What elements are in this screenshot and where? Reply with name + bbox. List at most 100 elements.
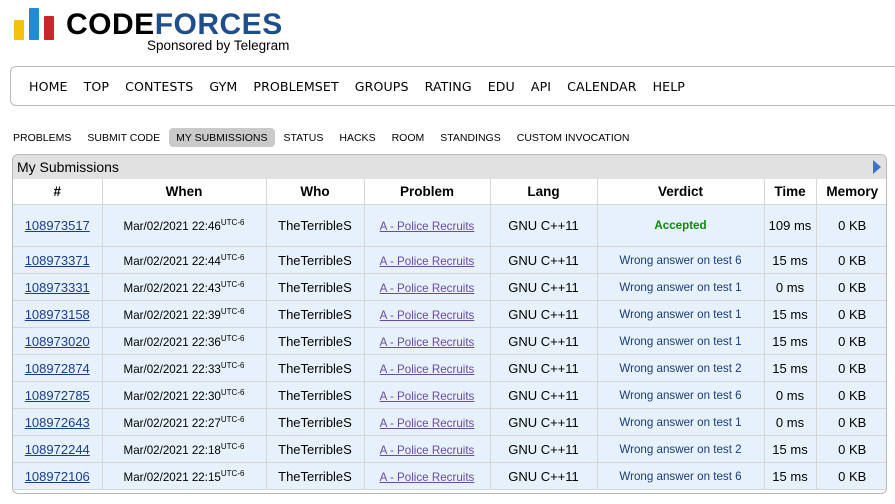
problem-cell: A - Police Recruits [363, 246, 491, 274]
column-header: When [101, 179, 267, 205]
submission-time: Mar/02/2021 22:15 [123, 470, 221, 484]
timezone-label: UTC-6 [220, 441, 245, 451]
column-header: Problem [363, 179, 491, 205]
submission-id-link[interactable]: 108973331 [25, 280, 90, 295]
lang-cell: GNU C++11 [489, 354, 598, 382]
when-cell: Mar/02/2021 22:33UTC-6 [101, 354, 267, 382]
problem-cell: A - Police Recruits [363, 300, 491, 328]
problem-link[interactable]: A - Police Recruits [380, 220, 475, 233]
time-cell: 15 ms [763, 300, 817, 328]
time-cell: 15 ms [763, 354, 817, 382]
who-cell[interactable]: TheTerribleS [265, 354, 365, 382]
column-header: Verdict [596, 179, 765, 205]
submission-id-link[interactable]: 108972643 [25, 415, 90, 430]
submission-id-cell: 108973371 [13, 246, 103, 274]
second-menu-standings[interactable]: STANDINGS [433, 128, 507, 147]
second-menu-custom-invocation[interactable]: CUSTOM INVOCATION [510, 128, 637, 147]
problem-link[interactable]: A - Police Recruits [380, 282, 475, 295]
problem-link[interactable]: A - Police Recruits [380, 363, 475, 376]
top-menu-gym[interactable]: GYM [209, 79, 237, 94]
top-menu-edu[interactable]: EDU [488, 79, 515, 94]
submission-id-link[interactable]: 108972785 [25, 388, 90, 403]
problem-link[interactable]: A - Police Recruits [380, 336, 475, 349]
top-menu-help[interactable]: HELP [653, 79, 685, 94]
verdict-cell: Wrong answer on test 2 [596, 354, 765, 382]
top-menu-groups[interactable]: GROUPS [355, 79, 409, 94]
submission-time: Mar/02/2021 22:36 [123, 335, 221, 349]
top-menu-contests[interactable]: CONTESTS [125, 79, 193, 94]
who-cell[interactable]: TheTerribleS [265, 381, 365, 409]
who-cell[interactable]: TheTerribleS [265, 204, 365, 247]
when-cell: Mar/02/2021 22:36UTC-6 [101, 327, 267, 355]
top-menu-api[interactable]: API [531, 79, 551, 94]
column-header: Lang [489, 179, 598, 205]
problem-link[interactable]: A - Police Recruits [380, 471, 475, 484]
table-row: 108973158 Mar/02/2021 22:39UTC-6 TheTerrib… [13, 300, 886, 328]
submission-id-link[interactable]: 108973371 [25, 253, 90, 268]
second-menu-my-submissions[interactable]: MY SUBMISSIONS [169, 128, 275, 147]
problem-link[interactable]: A - Police Recruits [380, 417, 475, 430]
memory-cell: 0 KB [815, 354, 886, 382]
box-title: My Submissions [13, 155, 886, 179]
submission-time: Mar/02/2021 22:27 [123, 416, 221, 430]
timezone-label: UTC-6 [220, 306, 245, 316]
problem-link[interactable]: A - Police Recruits [380, 444, 475, 457]
submission-id-cell: 108973331 [13, 273, 103, 301]
submission-id-link[interactable]: 108973020 [25, 334, 90, 349]
who-cell[interactable]: TheTerribleS [265, 273, 365, 301]
submission-id-link[interactable]: 108972244 [25, 442, 90, 457]
who-cell[interactable]: TheTerribleS [265, 246, 365, 274]
problem-cell: A - Police Recruits [363, 408, 491, 436]
verdict-cell: Wrong answer on test 1 [596, 273, 765, 301]
submissions-table: # When Who Problem Lang Verdict Time Memory 108… [13, 179, 886, 490]
verdict-cell: Wrong answer on test 6 [596, 381, 765, 409]
submission-id-link[interactable]: 108972106 [25, 469, 90, 484]
table-row: 108972874 Mar/02/2021 22:33UTC-6 TheTerrib… [13, 354, 886, 382]
table-row: 108972785 Mar/02/2021 22:30UTC-6 TheTerrib… [13, 381, 886, 409]
second-menu-problems[interactable]: PROBLEMS [6, 128, 78, 147]
second-menu-status[interactable]: STATUS [277, 128, 331, 147]
top-menu-home[interactable]: HOME [29, 79, 68, 94]
top-menu-calendar[interactable]: CALENDAR [567, 79, 636, 94]
problem-link[interactable]: A - Police Recruits [380, 390, 475, 403]
memory-cell: 0 KB [815, 408, 886, 436]
logo-bars-icon [14, 6, 58, 40]
verdict-cell: Wrong answer on test 1 [596, 327, 765, 355]
expand-arrow-icon[interactable] [873, 160, 881, 174]
who-cell[interactable]: TheTerribleS [265, 408, 365, 436]
lang-cell: GNU C++11 [489, 408, 598, 436]
top-menu-rating[interactable]: RATING [425, 79, 472, 94]
who-cell[interactable]: TheTerribleS [265, 435, 365, 463]
codeforces-logo[interactable]: CODEFORCES Sponsored by Telegram [14, 6, 304, 58]
second-menu-submit-code[interactable]: SUBMIT CODE [80, 128, 167, 147]
column-header: Who [265, 179, 365, 205]
submission-id-cell: 108972106 [13, 462, 103, 490]
problem-link[interactable]: A - Police Recruits [380, 255, 475, 268]
table-row: 108972643 Mar/02/2021 22:27UTC-6 TheTerrib… [13, 408, 886, 436]
timezone-label: UTC-6 [220, 414, 245, 424]
memory-cell: 0 KB [815, 462, 886, 490]
submission-id-link[interactable]: 108972874 [25, 361, 90, 376]
problem-link[interactable]: A - Police Recruits [380, 309, 475, 322]
verdict-cell: Wrong answer on test 6 [596, 246, 765, 274]
top-menu-top[interactable]: TOP [84, 79, 110, 94]
timezone-label: UTC-6 [220, 387, 245, 397]
timezone-label: UTC-6 [220, 333, 245, 343]
time-cell: 15 ms [763, 462, 817, 490]
top-menu-problemset[interactable]: PROBLEMSET [253, 79, 338, 94]
second-menu: PROBLEMS SUBMIT CODE MY SUBMISSIONS STATUS H… [6, 128, 639, 150]
submission-time: Mar/02/2021 22:18 [123, 443, 221, 457]
lang-cell: GNU C++11 [489, 435, 598, 463]
submission-id-link[interactable]: 108973517 [25, 218, 90, 233]
submission-id-link[interactable]: 108973158 [25, 307, 90, 322]
submission-id-cell: 108973020 [13, 327, 103, 355]
second-menu-hacks[interactable]: HACKS [332, 128, 382, 147]
problem-cell: A - Police Recruits [363, 204, 491, 247]
who-cell[interactable]: TheTerribleS [265, 327, 365, 355]
when-cell: Mar/02/2021 22:43UTC-6 [101, 273, 267, 301]
who-cell[interactable]: TheTerribleS [265, 300, 365, 328]
submission-time: Mar/02/2021 22:39 [123, 308, 221, 322]
second-menu-room[interactable]: ROOM [385, 128, 432, 147]
who-cell[interactable]: TheTerribleS [265, 462, 365, 490]
submission-id-cell: 108973517 [13, 204, 103, 247]
